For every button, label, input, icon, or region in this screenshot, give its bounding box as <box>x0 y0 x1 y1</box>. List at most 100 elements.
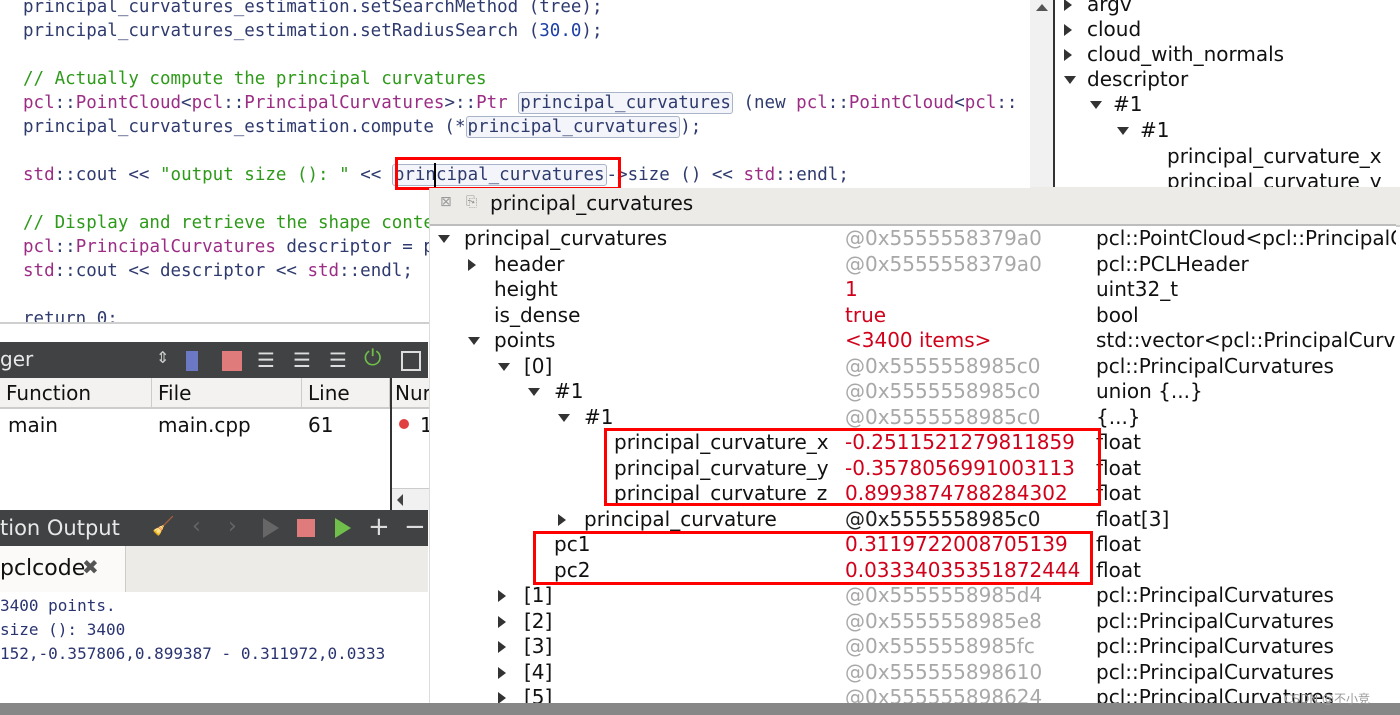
collapsed-arrow-icon[interactable] <box>558 513 566 526</box>
restart-icon[interactable]: ⏻ <box>364 346 381 371</box>
code-token: pcl <box>964 93 997 113</box>
code-line[interactable]: principal_curvatures_estimation.compute … <box>23 115 701 139</box>
tree-row[interactable]: pc2 0.03334035351872444 float <box>430 558 1396 583</box>
expanded-arrow-icon[interactable] <box>498 362 510 371</box>
variable-name: principal_curvature_x <box>614 430 829 454</box>
variable-name: points <box>494 328 556 352</box>
window-icon[interactable] <box>401 351 421 371</box>
rerun-icon[interactable] <box>263 518 279 538</box>
expanded-arrow-icon[interactable] <box>528 388 540 396</box>
tree-row[interactable]: [2] @0x5555558985e8 pcl::PrincipalCurvatur… <box>430 609 1396 634</box>
tree-row[interactable]: principal_curvature @0x5555558985c0 float[… <box>430 507 1396 532</box>
column-line[interactable]: Line <box>302 378 390 409</box>
collapsed-arrow-icon[interactable] <box>1064 49 1072 61</box>
expanded-arrow-icon[interactable] <box>1117 127 1129 135</box>
locals-item[interactable]: cloud_with_normals <box>1055 42 1400 67</box>
collapsed-arrow-icon[interactable] <box>468 258 476 271</box>
code-line[interactable]: principal_curvatures_estimation.setSearc… <box>23 0 602 19</box>
variable-type: pcl::PrincipalCurvatures <box>1096 659 1334 684</box>
column-number[interactable]: Nur <box>392 378 430 409</box>
expanded-arrow-icon[interactable] <box>1064 76 1076 84</box>
code-token: pcl <box>796 93 828 113</box>
expanded-arrow-icon[interactable] <box>558 413 570 422</box>
minus-icon[interactable]: − <box>404 512 426 542</box>
scroll-up-icon[interactable] <box>1036 4 1048 11</box>
tree-row[interactable]: [4] @0x555555898610 pcl::PrincipalCurvatur… <box>430 660 1396 685</box>
code-token: std <box>307 261 340 281</box>
copy-icon[interactable]: ⎘ <box>466 194 477 210</box>
close-icon[interactable]: ✖ <box>82 555 99 579</box>
tree-row[interactable]: [0] @0x5555558985c0 pcl::PrincipalCurvatur… <box>430 354 1396 379</box>
horizontal-scrollbar[interactable] <box>392 488 430 510</box>
tree-row[interactable]: #1 @0x5555558985c0 {...} <box>430 405 1396 430</box>
locals-item[interactable]: #1 <box>1055 118 1400 143</box>
locals-item[interactable]: descriptor <box>1055 67 1400 92</box>
code-line[interactable]: principal_curvatures_estimation.setRadiu… <box>23 19 603 43</box>
variable-value: 1 <box>845 277 858 301</box>
collapsed-arrow-icon[interactable] <box>498 641 506 653</box>
expanded-arrow-icon[interactable] <box>468 337 480 345</box>
column-file[interactable]: File <box>152 378 302 409</box>
collapsed-arrow-icon[interactable] <box>498 666 506 679</box>
variable-type: pcl::PrincipalCurvatures <box>1096 634 1334 658</box>
code-line[interactable]: // Actually compute the principal curvat… <box>23 67 487 91</box>
tree-row[interactable]: [5] @0x555555898624 pcl::PrincipalCurvatur… <box>430 685 1396 703</box>
variable-value: @0x5555558985c0 <box>845 404 1041 429</box>
collapsed-arrow-icon[interactable] <box>1064 0 1072 11</box>
variable-type: pcl::PCLHeader <box>1096 251 1249 276</box>
tree-row[interactable]: principal_curvature_x -0.2511521279811859… <box>430 430 1396 455</box>
locals-item[interactable]: #1 <box>1055 92 1400 117</box>
collapsed-arrow-icon[interactable] <box>498 590 506 602</box>
tree-row[interactable]: height 1 uint32_t <box>430 277 1396 302</box>
step-into-icon[interactable]: ☰ <box>293 348 311 372</box>
code-token: pcl <box>191 93 224 113</box>
code-line[interactable]: return 0; <box>23 307 118 322</box>
debug-run-icon[interactable] <box>335 518 351 538</box>
collapsed-arrow-icon[interactable] <box>498 692 506 703</box>
tree-row[interactable]: header @0x5555558379a0 pcl::PCLHeader <box>430 252 1396 277</box>
locals-item[interactable]: principal_curvature_x <box>1055 144 1400 169</box>
collapsed-arrow-icon[interactable] <box>1064 24 1072 36</box>
code-token: << <box>349 165 392 185</box>
expanded-arrow-icon[interactable] <box>438 235 450 243</box>
tree-row[interactable]: points <3400 items> std::vector<pcl::Princ… <box>430 328 1396 353</box>
tree-row[interactable]: principal_curvature_y -0.3578056991003113… <box>430 456 1396 481</box>
tree-row[interactable]: [3] @0x5555558985fc pcl::PrincipalCurvatur… <box>430 634 1396 659</box>
breakpoints-panel: Nur 1 <box>390 378 430 510</box>
locals-scrollbar[interactable] <box>1030 0 1053 187</box>
stop-debug-icon[interactable] <box>222 351 242 371</box>
code-line[interactable]: pcl::PointCloud<pcl::PrincipalCurvatures… <box>23 91 1017 115</box>
variable-name: height <box>494 277 558 301</box>
step-out-icon[interactable]: ☰ <box>329 348 347 372</box>
column-function[interactable]: Function <box>0 378 152 409</box>
plus-icon[interactable]: + <box>368 512 390 542</box>
code-line[interactable]: std::cout << descriptor << std::endl; <box>23 259 413 283</box>
variable-type: pcl::PointCloud<pcl::PrincipalCurvatures… <box>1096 226 1396 250</box>
updown-icon[interactable]: ⇕ <box>156 348 169 367</box>
tab-pclcode[interactable]: pclcode ✖ <box>0 546 126 592</box>
collapsed-arrow-icon[interactable] <box>498 615 506 628</box>
tree-row[interactable]: is_dense true bool <box>430 303 1396 328</box>
variable-name: principal_curvatures <box>464 226 668 250</box>
clear-icon[interactable]: 🧹 <box>152 516 174 537</box>
variable-name: [2] <box>524 608 553 633</box>
close-tooltip-icon[interactable]: ⊠ <box>440 194 452 210</box>
step-over-icon[interactable]: ☰ <box>257 348 275 372</box>
tree-row[interactable]: principal_curvature_z 0.8993874788284302 f… <box>430 481 1396 506</box>
expanded-arrow-icon[interactable] <box>1090 101 1102 109</box>
stop-icon[interactable] <box>297 519 315 537</box>
variable-value: @0x5555558985d4 <box>845 583 1043 607</box>
tree-row[interactable]: #1 @0x5555558985c0 union {...} <box>430 379 1396 404</box>
locals-item[interactable]: argv <box>1055 0 1400 17</box>
tab-label: pclcode <box>0 556 86 581</box>
next-icon[interactable]: › <box>228 514 237 539</box>
locals-item[interactable]: cloud <box>1055 17 1400 42</box>
tree-row[interactable]: pc1 0.3119722008705139 float <box>430 532 1396 557</box>
tree-row[interactable]: [1] @0x5555558985d4 pcl::PrincipalCurvatur… <box>430 583 1396 608</box>
locals-item[interactable]: principal_curvature_y <box>1055 169 1400 187</box>
prev-icon[interactable]: ‹ <box>192 514 201 539</box>
tree-row[interactable]: principal_curvatures @0x5555558379a0 pcl::… <box>430 226 1396 251</box>
code-token: PointCloud <box>848 93 955 113</box>
continue-debug-icon[interactable] <box>186 351 198 371</box>
scroll-left-icon[interactable] <box>397 494 403 506</box>
